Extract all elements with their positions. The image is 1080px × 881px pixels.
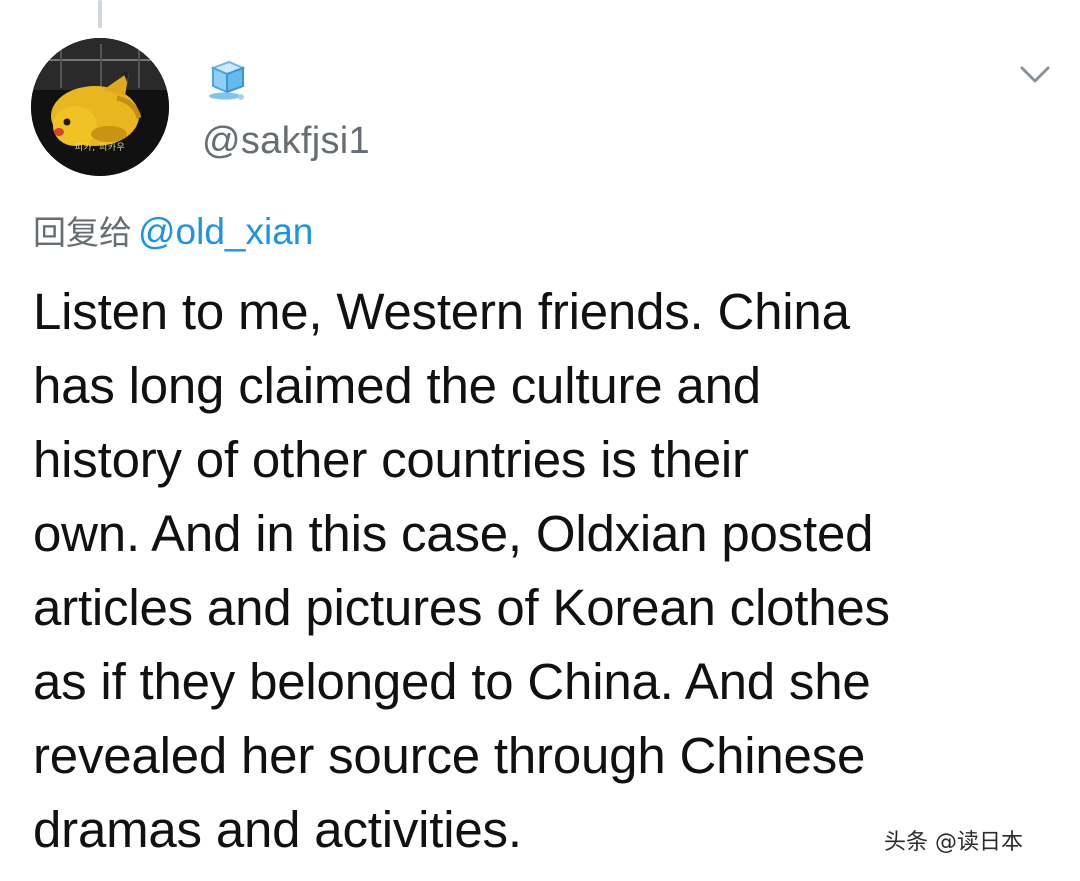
- tweet-line: Listen to me, Western friends. China: [33, 283, 850, 340]
- tweet-line: own. And in this case, Oldxian posted: [33, 505, 874, 562]
- tweet-line: history of other countries is their: [33, 431, 749, 488]
- avatar[interactable]: 피카, 피카우: [31, 38, 169, 176]
- watermark: 头条 @读日本: [884, 830, 1023, 855]
- avatar-caption: 피카, 피카우: [74, 143, 126, 153]
- tweet-line: has long claimed the culture and: [33, 357, 761, 414]
- pikachu-avatar-image: [31, 38, 169, 176]
- tweet-line: articles and pictures of Korean clothes: [33, 579, 890, 636]
- thread-connector-line: [98, 0, 102, 28]
- reply-context: 回复给 @old_xian: [33, 208, 313, 257]
- author-handle[interactable]: @sakfjsi1: [202, 118, 370, 164]
- tweet-line: as if they belonged to China. And she: [33, 653, 871, 710]
- reply-prefix: 回复给: [33, 213, 132, 252]
- reply-mention-link[interactable]: @old_xian: [138, 211, 313, 252]
- tweet-line: revealed her source through Chinese: [33, 727, 866, 784]
- ice-cube-icon: [203, 58, 249, 102]
- tweet-text: Listen to me, Western friends. China has…: [33, 275, 1053, 867]
- chevron-down-icon[interactable]: [1014, 60, 1056, 90]
